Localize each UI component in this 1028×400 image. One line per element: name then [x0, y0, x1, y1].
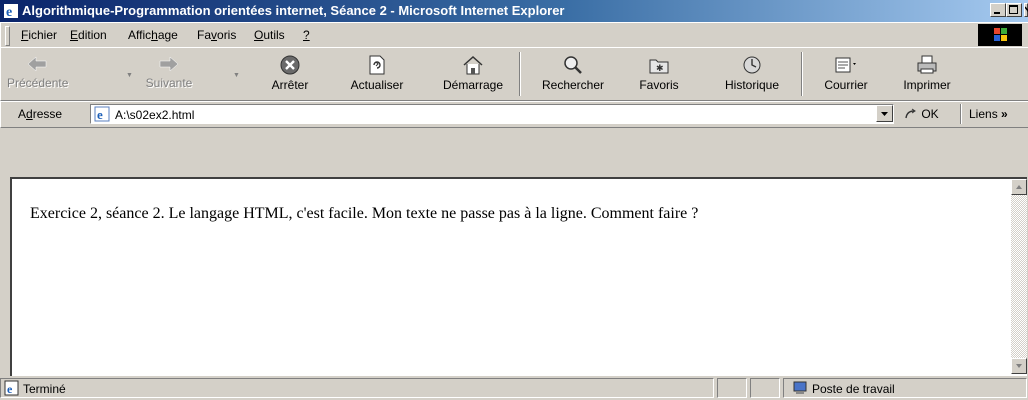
stop-button[interactable]: Arrêter	[263, 50, 317, 98]
favorites-icon: ✱	[649, 59, 669, 74]
address-input[interactable]: e A:\s02ex2.html	[90, 104, 894, 124]
standard-toolbar: Précédente ▼ Suivante ▼ Arrêter Actualis…	[0, 47, 1028, 101]
stop-icon	[280, 55, 300, 75]
minimize-button[interactable]	[990, 3, 1006, 17]
arrow-down-icon	[1016, 364, 1022, 368]
menu-fichier[interactable]: Fichier	[21, 28, 57, 42]
arrow-up-icon	[1016, 185, 1022, 189]
menu-outils[interactable]: Outils	[254, 28, 285, 42]
close-button[interactable]	[1024, 3, 1028, 17]
menu-edition[interactable]: Edition	[70, 28, 107, 42]
windows-flag-icon	[994, 28, 1007, 41]
forward-button[interactable]: Suivante	[139, 50, 199, 98]
history-button[interactable]: Historique	[713, 50, 791, 98]
windows-logo-throbber	[978, 24, 1022, 46]
status-zone: Poste de travail	[812, 382, 895, 396]
links-button[interactable]: Liens »	[969, 107, 1008, 121]
home-icon	[463, 55, 483, 75]
search-icon	[564, 56, 582, 74]
status-pane	[717, 378, 747, 398]
links-chevron-icon: »	[1001, 107, 1008, 121]
go-button[interactable]: OK	[904, 107, 939, 121]
go-arrow-icon	[905, 108, 916, 119]
ie-page-icon: e	[94, 106, 110, 122]
address-dropdown-button[interactable]	[876, 105, 893, 122]
scroll-up-button[interactable]	[1011, 179, 1027, 195]
scroll-down-button[interactable]	[1011, 358, 1027, 374]
mail-icon	[835, 57, 856, 73]
maximize-icon	[1009, 5, 1018, 14]
svg-text:✱: ✱	[656, 63, 664, 73]
minimize-icon	[994, 12, 1000, 14]
print-button[interactable]: Imprimer	[897, 50, 957, 98]
toolbar-separator	[519, 52, 521, 96]
address-value: A:\s02ex2.html	[115, 108, 195, 122]
back-dropdown-arrow[interactable]: ▼	[126, 72, 133, 79]
favorites-button[interactable]: ✱ Favoris	[631, 50, 687, 98]
refresh-button[interactable]: Actualiser	[342, 50, 412, 98]
svg-text:e: e	[7, 382, 13, 396]
menu-help[interactable]: ?	[303, 28, 310, 42]
status-main-pane: e Terminé	[0, 378, 714, 398]
back-arrow-icon	[27, 56, 47, 72]
title-bar[interactable]: e Algorithmique-Programmation orientées …	[0, 0, 1028, 22]
mail-button[interactable]: Courrier	[817, 50, 875, 98]
vertical-scrollbar[interactable]	[1011, 179, 1027, 374]
status-text: Terminé	[23, 382, 66, 396]
computer-icon	[793, 381, 807, 394]
history-icon	[743, 56, 761, 74]
address-separator	[960, 104, 962, 124]
window-title: Algorithmique-Programmation orientées in…	[22, 3, 565, 18]
ie-logo-icon: e	[4, 4, 18, 19]
forward-dropdown-arrow[interactable]: ▼	[233, 72, 240, 79]
status-page-icon: e	[4, 380, 19, 396]
svg-text:e: e	[97, 107, 103, 122]
back-button[interactable]: Précédente	[7, 50, 68, 98]
maximize-button[interactable]	[1006, 3, 1022, 17]
svg-text:e: e	[6, 5, 12, 19]
status-pane	[750, 378, 780, 398]
status-zone-pane: Poste de travail	[783, 378, 1027, 398]
address-label: Adresse	[18, 107, 63, 121]
chevron-down-icon	[881, 112, 888, 116]
refresh-icon	[369, 55, 385, 75]
address-bar: Adresse e A:\s02ex2.html OK Liens »	[0, 101, 1028, 128]
search-button[interactable]: Rechercher	[527, 50, 619, 98]
status-bar: e Terminé Poste de travail	[0, 376, 1028, 400]
printer-icon	[917, 55, 937, 74]
forward-arrow-icon	[159, 56, 179, 72]
menu-favoris[interactable]: Favoris	[197, 28, 236, 42]
home-button[interactable]: Démarrage	[432, 50, 514, 98]
page-text: Exercice 2, séance 2. Le langage HTML, c…	[30, 205, 699, 222]
toolbar-separator	[801, 52, 803, 96]
menu-grip[interactable]	[5, 26, 10, 46]
menu-bar: Fichier Edition Affichage Favoris Outils…	[0, 22, 1028, 48]
menu-affichage[interactable]: Affichage	[128, 28, 178, 42]
